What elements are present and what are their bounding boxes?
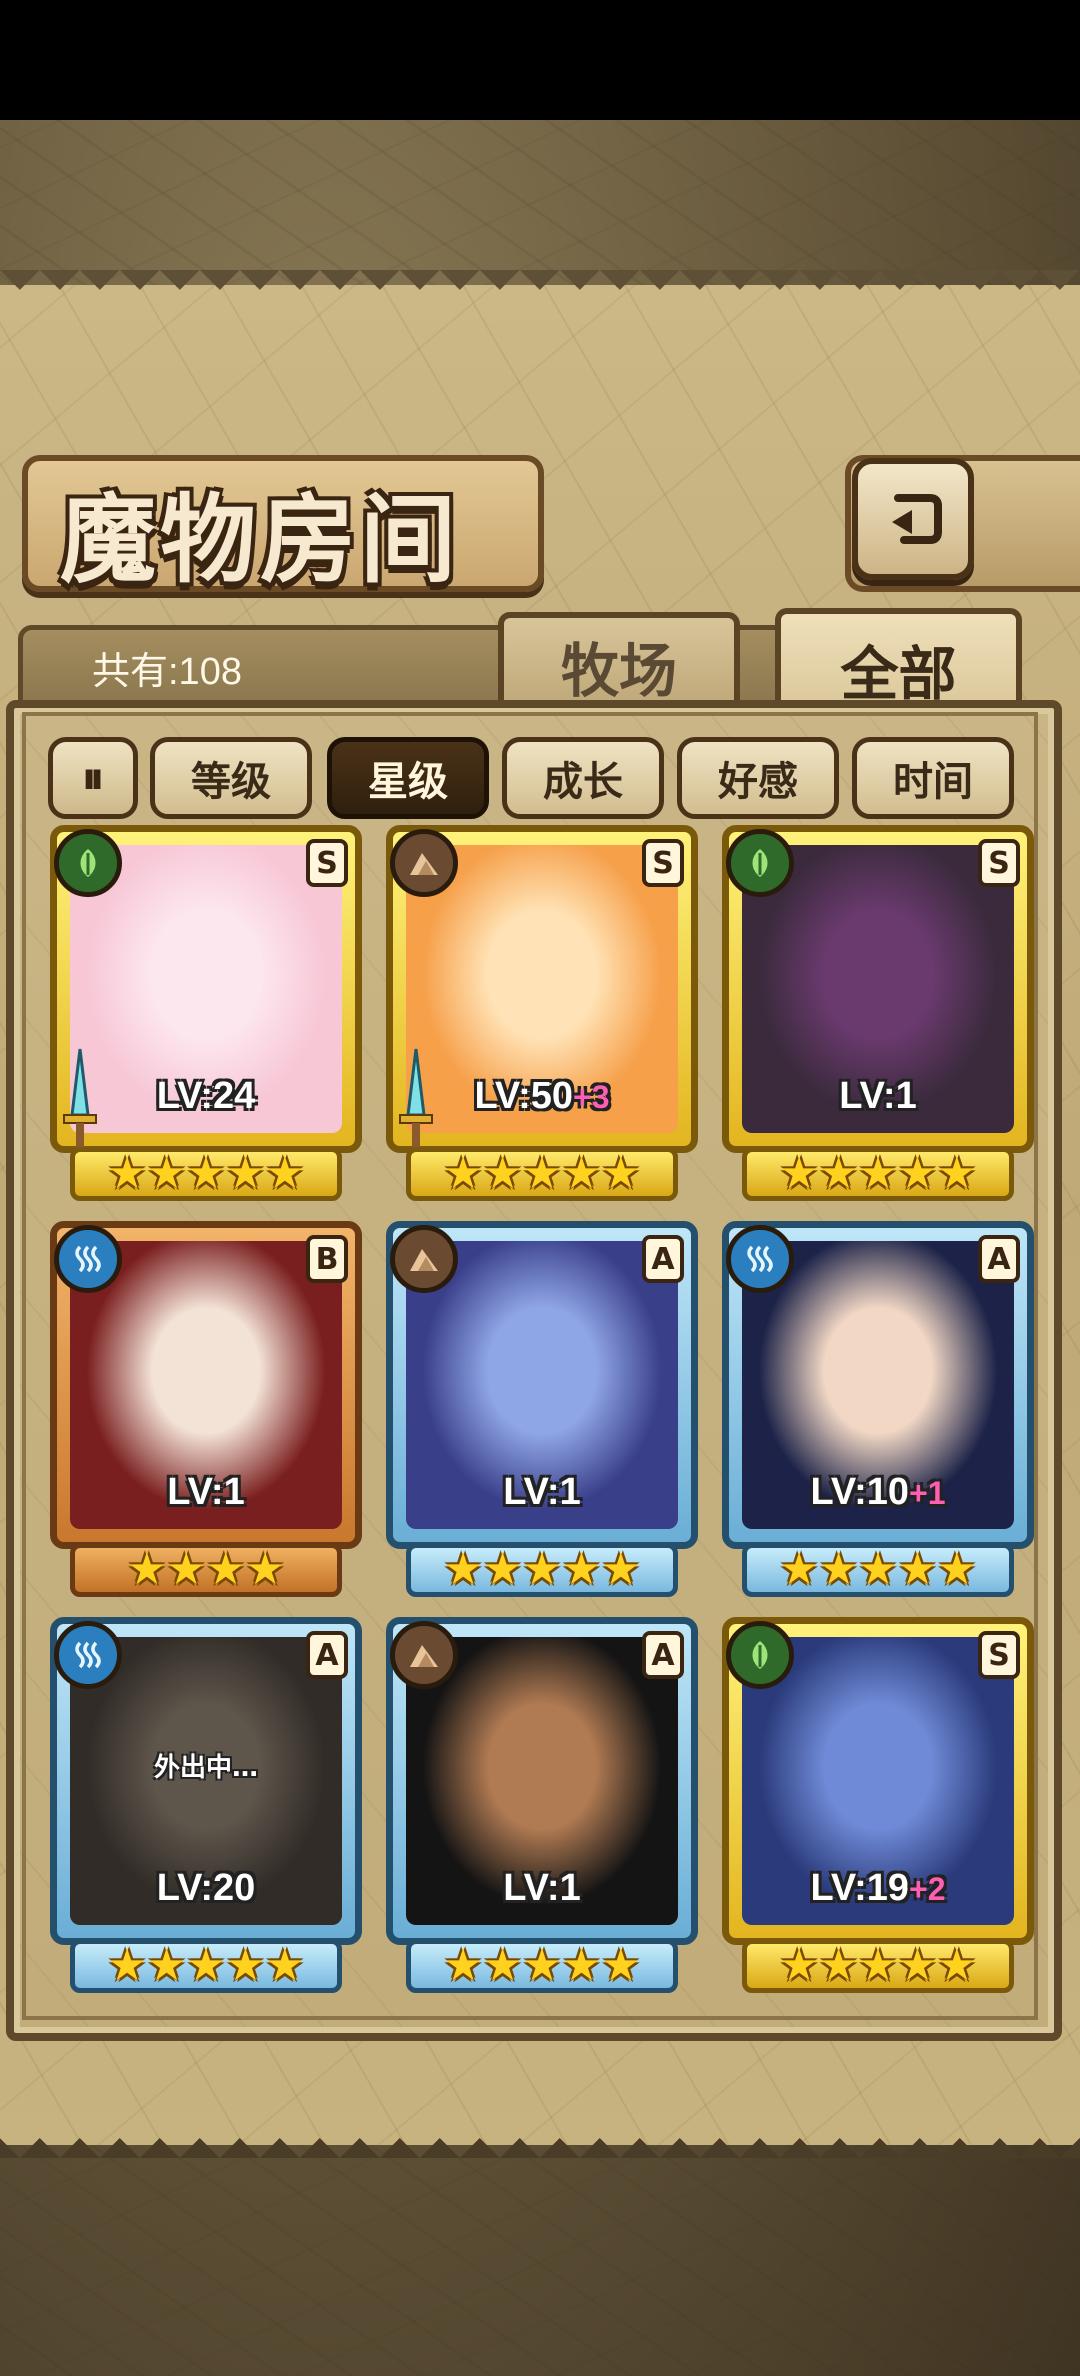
monster-card[interactable]: S LV:1 ★★★★★ — [722, 825, 1034, 1201]
star-rating: ★★★★★ — [742, 1147, 1014, 1201]
rank-badge: S — [642, 839, 684, 887]
monster-card[interactable]: A 外出中… LV:20 ★★★★★ — [50, 1617, 362, 1993]
wave-icon — [54, 1225, 122, 1293]
sort-level-button[interactable]: 等级 — [150, 737, 312, 819]
rock-icon — [390, 1621, 458, 1689]
level-label: LV:1 — [50, 1471, 362, 1514]
star-icons: ★★★★ — [127, 1544, 285, 1595]
level-label: LV:1 — [386, 1867, 698, 1910]
rock-icon — [390, 1225, 458, 1293]
rank-badge: B — [306, 1235, 348, 1283]
star-icons: ★★★★★ — [443, 1148, 641, 1199]
level-value: LV:50 — [474, 1075, 574, 1117]
sort-time-button[interactable]: 时间 — [852, 737, 1014, 819]
star-icons: ★★★★★ — [779, 1544, 977, 1595]
star-rating: ★★★★★ — [406, 1939, 678, 1993]
rank-badge: A — [642, 1631, 684, 1679]
star-rating: ★★★★★ — [70, 1939, 342, 1993]
level-bonus: +1 — [909, 1475, 946, 1511]
star-icons: ★★★★★ — [779, 1148, 977, 1199]
monster-count: 共有:108 — [92, 651, 242, 693]
level-value: LV:20 — [156, 1867, 256, 1909]
leaf-icon — [726, 1621, 794, 1689]
star-rating: ★★★★★ — [742, 1939, 1014, 1993]
back-arrow-icon — [892, 494, 942, 544]
star-rating: ★★★★ — [70, 1543, 342, 1597]
star-rating: ★★★★★ — [406, 1543, 678, 1597]
star-icons: ★★★★★ — [443, 1940, 641, 1991]
rank-badge: A — [306, 1631, 348, 1679]
rock-icon — [390, 829, 458, 897]
level-value: LV:1 — [503, 1471, 581, 1513]
level-value: LV:10 — [810, 1471, 910, 1513]
wave-icon — [54, 1621, 122, 1689]
star-icons: ★★★★★ — [107, 1148, 305, 1199]
tab-farm[interactable]: 牧场 — [498, 612, 740, 713]
back-button[interactable] — [852, 458, 974, 580]
monster-card[interactable]: S LV:19+2 ★★★★★ — [722, 1617, 1034, 1993]
sort-affection-button[interactable]: 好感 — [677, 737, 839, 819]
level-bonus: +2 — [909, 1871, 946, 1907]
star-rating: ★★★★★ — [742, 1543, 1014, 1597]
level-bonus: +3 — [573, 1079, 610, 1115]
level-label: LV:19+2 — [722, 1867, 1034, 1910]
rank-badge: S — [306, 839, 348, 887]
level-label: LV:1 — [386, 1471, 698, 1514]
rank-badge: S — [978, 839, 1020, 887]
away-label: 外出中… — [153, 1753, 258, 1783]
star-rating: ★★★★★ — [406, 1147, 678, 1201]
monster-card[interactable]: S LV:24 ★★★★★ — [50, 825, 362, 1201]
leaf-icon — [54, 829, 122, 897]
monster-card[interactable]: B LV:1 ★★★★ — [50, 1221, 362, 1597]
torn-edge-top — [0, 270, 1080, 310]
monster-card[interactable]: S LV:50+3 ★★★★★ — [386, 825, 698, 1201]
level-value: LV:1 — [167, 1471, 245, 1513]
star-rating: ★★★★★ — [70, 1147, 342, 1201]
wave-icon — [726, 1225, 794, 1293]
sort-growth-button[interactable]: 成长 — [502, 737, 664, 819]
level-label: LV:20 — [50, 1867, 362, 1910]
sort-order-toggle[interactable]: ⏸ — [48, 737, 138, 819]
rank-badge: S — [978, 1631, 1020, 1679]
page-title: 魔物房间 — [60, 483, 460, 596]
pause-sort-icon: ⏸ — [82, 752, 104, 804]
level-label: LV:24 — [50, 1075, 362, 1118]
star-icons: ★★★★★ — [443, 1544, 641, 1595]
level-value: LV:19 — [810, 1867, 910, 1909]
level-value: LV:1 — [839, 1075, 917, 1117]
torn-edge-bottom — [0, 2118, 1080, 2158]
level-label: LV:10+1 — [722, 1471, 1034, 1514]
sort-star-button[interactable]: 星级 — [327, 737, 489, 819]
rank-badge: A — [642, 1235, 684, 1283]
leaf-icon — [726, 829, 794, 897]
rank-badge: A — [978, 1235, 1020, 1283]
level-label: LV:1 — [722, 1075, 1034, 1118]
star-icons: ★★★★★ — [779, 1940, 977, 1991]
monster-card[interactable]: A LV:1 ★★★★★ — [386, 1617, 698, 1993]
status-bar — [0, 0, 1080, 120]
monster-card[interactable]: A LV:10+1 ★★★★★ — [722, 1221, 1034, 1597]
level-value: LV:1 — [503, 1867, 581, 1909]
star-icons: ★★★★★ — [107, 1940, 305, 1991]
monster-card[interactable]: A LV:1 ★★★★★ — [386, 1221, 698, 1597]
level-value: LV:24 — [156, 1075, 256, 1117]
level-label: LV:50+3 — [386, 1075, 698, 1118]
